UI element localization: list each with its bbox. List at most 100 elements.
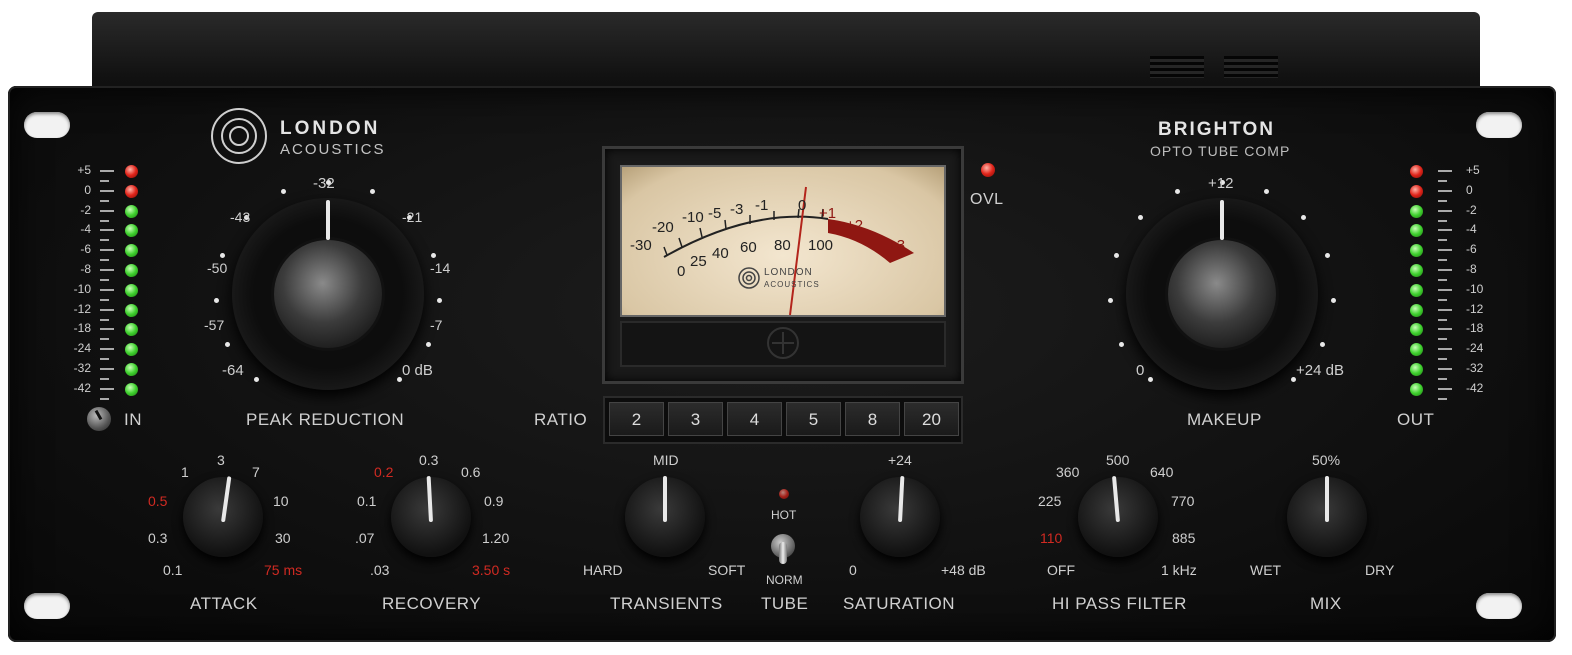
brand-subname: ACOUSTICS (280, 141, 386, 158)
meter-tick (100, 259, 109, 262)
saturation-knob[interactable] (855, 472, 945, 562)
meter-scale-label: -4 (1466, 222, 1477, 237)
meter-scale-label: -12 (73, 301, 91, 316)
meter-scale-label: -10 (73, 281, 91, 296)
ratio-button-20[interactable]: 20 (904, 402, 959, 436)
attack-scale-label: 10 (273, 493, 289, 509)
hi-pass-filter-label: HI PASS FILTER (1052, 594, 1187, 613)
meter-scale-label: -4 (80, 222, 91, 237)
meter-scale-label: +5 (77, 163, 91, 177)
meter-tick (1438, 170, 1452, 172)
meter-tick (100, 279, 109, 281)
attack-knob[interactable] (178, 472, 268, 562)
peak-reduction-scale-label: -57 (204, 317, 225, 333)
ratio-button-5[interactable]: 5 (786, 402, 841, 436)
input-label: IN (124, 410, 142, 429)
recovery-scale-label: .07 (355, 530, 375, 546)
attack-scale-label: 0.5 (148, 493, 168, 509)
meter-tick (1438, 229, 1452, 232)
meter-scale-label: -18 (1466, 321, 1484, 336)
vu-percent-label: 40 (712, 245, 729, 262)
recovery-scale-label: 1.20 (482, 530, 510, 546)
knob-scale-dot (430, 253, 436, 259)
meter-tick (100, 348, 114, 351)
meter-tick (100, 249, 114, 252)
ratio-button-4[interactable]: 4 (727, 402, 782, 436)
recovery-scale-label: 0.9 (484, 493, 504, 509)
knob-scale-dot (425, 341, 431, 347)
knob-scale-dot (1147, 377, 1153, 383)
makeup-knob[interactable] (1126, 198, 1318, 390)
meter-scale-label: -32 (73, 361, 91, 375)
meter-scale-label: -24 (1466, 341, 1484, 356)
rack-hole (24, 593, 70, 619)
zero-adjust-screw-icon[interactable] (767, 327, 799, 359)
knob-scale-dot (1263, 188, 1269, 194)
transients-scale-label: SOFT (708, 562, 746, 578)
vu-percent-label: 80 (774, 237, 791, 254)
meter-tick (1438, 387, 1452, 390)
vu-meter-base (620, 321, 946, 367)
hi-pass-scale-label: 500 (1106, 452, 1130, 468)
product-subtitle: OPTO TUBE COMP (1150, 143, 1291, 159)
vu-scale-label: +2 (846, 217, 864, 234)
knob-scale-dot (1107, 298, 1113, 303)
peak-reduction-knob[interactable] (232, 198, 424, 390)
mix-scale-label: DRY (1365, 562, 1395, 578)
hi-pass-scale-label: 770 (1171, 493, 1195, 509)
input-trim-knob[interactable] (87, 407, 111, 431)
meter-tick (100, 338, 109, 341)
meter-led (125, 165, 138, 178)
vu-scale-label: +1 (819, 205, 837, 222)
attack-scale-label: 7 (252, 464, 260, 480)
peak-reduction-scale-label: -43 (230, 209, 251, 225)
knob-scale-dot (369, 188, 375, 194)
meter-scale-label: -10 (1466, 281, 1484, 296)
meter-tick (1438, 180, 1447, 182)
rack-hole (1476, 112, 1522, 138)
vu-brand-name: LONDON (764, 267, 813, 278)
meter-tick (1438, 239, 1447, 242)
attack-scale-label: 0.3 (148, 530, 168, 546)
meter-tick (1438, 189, 1452, 192)
meter-led (125, 204, 138, 218)
meter-tick (1438, 249, 1452, 252)
saturation-scale-label: +48 dB (941, 562, 986, 578)
meter-scale-label: -8 (1466, 262, 1477, 276)
meter-tick (1438, 219, 1447, 222)
hi-pass-filter-knob[interactable] (1073, 472, 1163, 562)
knob-scale-dot (281, 188, 287, 194)
meter-tick (1438, 209, 1452, 212)
overload-led (981, 163, 995, 177)
meter-tick (100, 209, 114, 212)
vu-percent-label: 100 (808, 237, 834, 254)
attack-scale-label: 3 (217, 452, 225, 468)
meter-scale-label: -24 (73, 341, 91, 356)
meter-tick (100, 358, 109, 361)
peak-reduction-scale-label: -50 (207, 260, 228, 276)
ratio-button-8[interactable]: 8 (845, 402, 900, 436)
meter-scale-label: -6 (80, 242, 91, 257)
ratio-button-3[interactable]: 3 (668, 402, 723, 436)
recovery-knob[interactable] (386, 472, 476, 562)
recovery-scale-label: 0.1 (357, 493, 377, 509)
meter-tick (1438, 308, 1452, 311)
meter-tick (100, 239, 109, 242)
ratio-label: RATIO (534, 410, 588, 429)
meter-scale-label: -12 (1466, 301, 1484, 316)
transients-scale-label: MID (653, 452, 679, 468)
vu-scale-label: -1 (755, 197, 769, 214)
meter-tick (100, 229, 114, 232)
vu-scale-label: +3 (888, 237, 906, 254)
knob-scale-dot (1300, 214, 1306, 220)
knob-scale-dot (213, 298, 219, 303)
vu-scale-label: -5 (708, 205, 722, 222)
ratio-button-2[interactable]: 2 (609, 402, 664, 436)
tube-toggle-switch[interactable] (768, 530, 798, 564)
meter-led (1410, 165, 1423, 178)
meter-tick (100, 298, 109, 301)
transients-knob[interactable] (620, 472, 710, 562)
tube-hot-label: HOT (771, 508, 797, 522)
mix-knob[interactable] (1282, 472, 1372, 562)
saturation-label: SATURATION (843, 594, 956, 613)
